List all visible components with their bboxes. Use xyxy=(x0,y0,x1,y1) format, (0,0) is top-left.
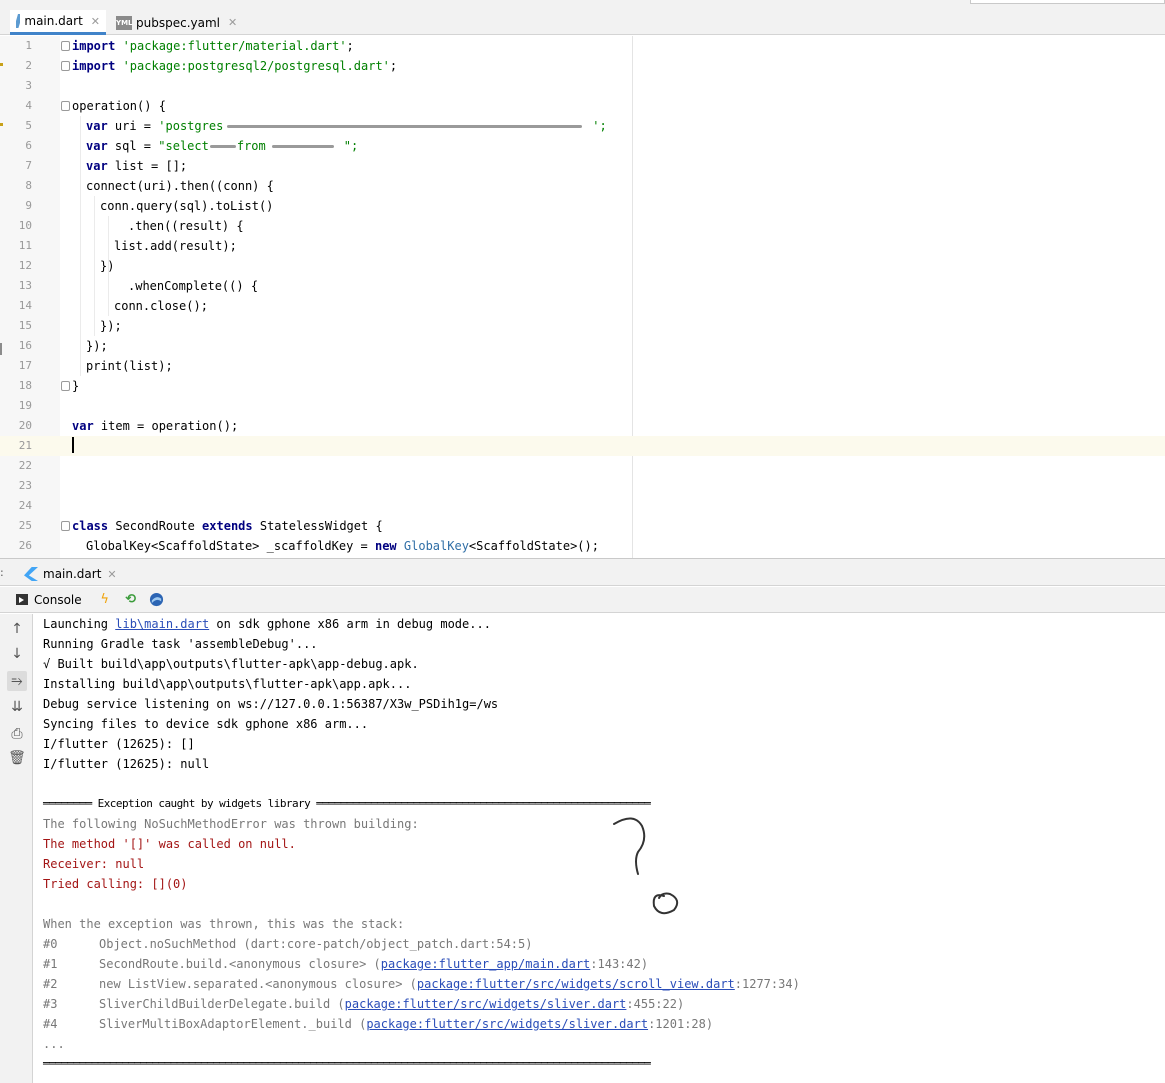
stack-frame: #4 SliverMultiBoxAdaptorElement._build (p… xyxy=(43,1017,714,1031)
trash-icon[interactable]: 🗑 xyxy=(7,748,27,768)
stack-frame-link[interactable]: package:flutter/src/widgets/sliver.dart xyxy=(366,1017,648,1031)
question-mark-scribble xyxy=(613,817,679,915)
code-line: 7 var list = []; xyxy=(25,159,188,173)
console-line: √ Built build\app\outputs\flutter-apk\ap… xyxy=(43,657,419,671)
console-icon xyxy=(16,594,28,605)
error-message: Receiver: null xyxy=(43,857,145,871)
stack-frame-link[interactable]: package:flutter_app/main.dart xyxy=(381,957,591,971)
console-tab[interactable]: Console xyxy=(34,593,82,607)
redacted-scribble xyxy=(209,145,236,148)
console-line: The following NoSuchMethodError was thro… xyxy=(43,817,419,831)
code-line: 5 var uri = 'postgres '; xyxy=(25,119,607,133)
text-caret xyxy=(72,437,74,453)
error-message: The method '[]' was called on null. xyxy=(43,837,296,851)
console-link[interactable]: lib\main.dart xyxy=(115,617,209,631)
code-line: 12}) xyxy=(18,259,115,273)
code-line: 19 xyxy=(18,399,32,412)
console-line: Running Gradle task 'assembleDebug'... xyxy=(43,637,318,651)
toolbar-stub xyxy=(970,0,1165,4)
code-line: 20 var item = operation(); xyxy=(18,419,239,433)
code-line: 23 xyxy=(18,479,32,492)
devtools-icon[interactable] xyxy=(148,592,166,608)
scroll-to-end-icon[interactable]: ⇊ xyxy=(7,697,27,717)
console-line: I/flutter (12625): null xyxy=(43,757,210,771)
code-line: 22 xyxy=(18,459,32,472)
code-line: 14 conn.close(); xyxy=(18,299,208,313)
console-line: Launching lib\main.dart on sdk gphone x8… xyxy=(43,617,491,631)
code-line-current: 21 xyxy=(0,436,1165,456)
fold-icon[interactable] xyxy=(61,41,70,51)
yaml-file-icon: YML xyxy=(116,15,133,30)
fold-icon[interactable] xyxy=(61,61,70,71)
console-toolbar: Console ϟ ⟲ xyxy=(0,587,1165,613)
code-line: 9 conn.query(sql).toList() xyxy=(25,199,274,213)
code-line: 13 .whenComplete(() { xyxy=(18,279,259,293)
hot-restart-icon[interactable]: ⟲ xyxy=(122,592,140,608)
tab-main-dart[interactable]: main.dart ✕ xyxy=(10,10,106,35)
soft-wrap-icon[interactable]: ⥱ xyxy=(7,671,27,691)
arrow-down-icon[interactable]: ↓ xyxy=(7,644,27,664)
code-line: 2 import 'package:postgresql2/postgresql.… xyxy=(25,59,398,73)
code-line: 26 GlobalKey<ScaffoldState> _scaffoldKey … xyxy=(18,539,599,553)
redacted-scribble xyxy=(271,145,334,148)
run-tab-label: main.dart xyxy=(43,567,102,581)
run-tab-bar: : main.dart ✕ xyxy=(0,558,1165,586)
code-line: 16}); xyxy=(18,339,108,353)
exception-footer: ════════════════════════════════════════… xyxy=(43,1057,651,1070)
arrow-up-icon[interactable]: ↑ xyxy=(7,619,27,639)
code-line: 25 class SecondRoute extends StatelessWid… xyxy=(18,519,383,533)
editor-tab-bar: main.dart ✕ YML pubspec.yaml ✕ xyxy=(0,5,1165,35)
print-icon[interactable]: ⎙ xyxy=(7,724,27,744)
redacted-scribble xyxy=(227,125,583,128)
code-line: 3 xyxy=(25,79,32,92)
close-icon[interactable]: ✕ xyxy=(228,16,237,29)
code-line: 8 connect(uri).then((conn) { xyxy=(25,179,274,193)
stack-frame: #2 new ListView.separated.<anonymous clos… xyxy=(43,977,800,991)
code-line: 17 print(list); xyxy=(18,359,173,373)
stack-frame: #1 SecondRoute.build.<anonymous closure> … xyxy=(43,957,649,971)
code-line: 18} xyxy=(18,379,80,393)
code-line: 24 xyxy=(18,499,32,512)
console-line: Installing build\app\outputs\flutter-apk… xyxy=(43,677,412,691)
console-line: When the exception was thrown, this was … xyxy=(43,917,405,931)
stack-frame: #3 SliverChildBuilderDelegate.build (pack… xyxy=(43,997,685,1011)
code-line: 11 list.add(result); xyxy=(18,239,237,253)
exception-header: ════════ Exception caught by widgets lib… xyxy=(43,797,651,810)
code-line: 15}); xyxy=(18,319,122,333)
console-output[interactable]: Launching lib\main.dart on sdk gphone x8… xyxy=(34,614,1165,1083)
flutter-icon xyxy=(24,567,38,581)
fold-icon[interactable] xyxy=(61,101,70,111)
stack-frame-link[interactable]: package:flutter/src/widgets/scroll_view.… xyxy=(417,977,735,991)
code-line: 1 import 'package:flutter/material.dart'; xyxy=(25,39,354,53)
stack-frame-link[interactable]: package:flutter/src/widgets/sliver.dart xyxy=(345,997,627,1011)
error-message: Tried calling: [](0) xyxy=(43,877,188,891)
close-icon[interactable]: ✕ xyxy=(107,568,116,581)
tab-label: main.dart xyxy=(24,14,83,28)
run-tab-main-dart[interactable]: main.dart ✕ xyxy=(24,563,117,585)
lightning-icon[interactable]: ϟ xyxy=(96,592,114,608)
console-line: ... xyxy=(43,1037,65,1051)
fold-icon[interactable] xyxy=(61,521,70,531)
dart-file-icon xyxy=(16,14,21,28)
tab-pubspec-yaml[interactable]: YML pubspec.yaml ✕ xyxy=(110,10,237,35)
console-line: Syncing files to device sdk gphone x86 a… xyxy=(43,717,369,731)
code-line: 4 operation() { xyxy=(25,99,166,113)
code-line: 10 .then((result) { xyxy=(18,219,244,233)
stack-frame: #0 Object.noSuchMethod (dart:core-patch/o… xyxy=(43,937,533,951)
fold-icon[interactable] xyxy=(61,381,70,391)
console-side-toolbar: ↑ ↓ ⥱ ⇊ ⎙ 🗑 xyxy=(0,614,33,1083)
code-line: 6 var sql = "select from "; xyxy=(25,139,359,153)
code-editor[interactable]: 1 import 'package:flutter/material.dart';… xyxy=(0,36,1165,558)
tab-label: pubspec.yaml xyxy=(136,15,220,30)
console-line: I/flutter (12625): [] xyxy=(43,737,195,751)
console-line: Debug service listening on ws://127.0.0.… xyxy=(43,697,499,711)
close-icon[interactable]: ✕ xyxy=(91,15,100,28)
